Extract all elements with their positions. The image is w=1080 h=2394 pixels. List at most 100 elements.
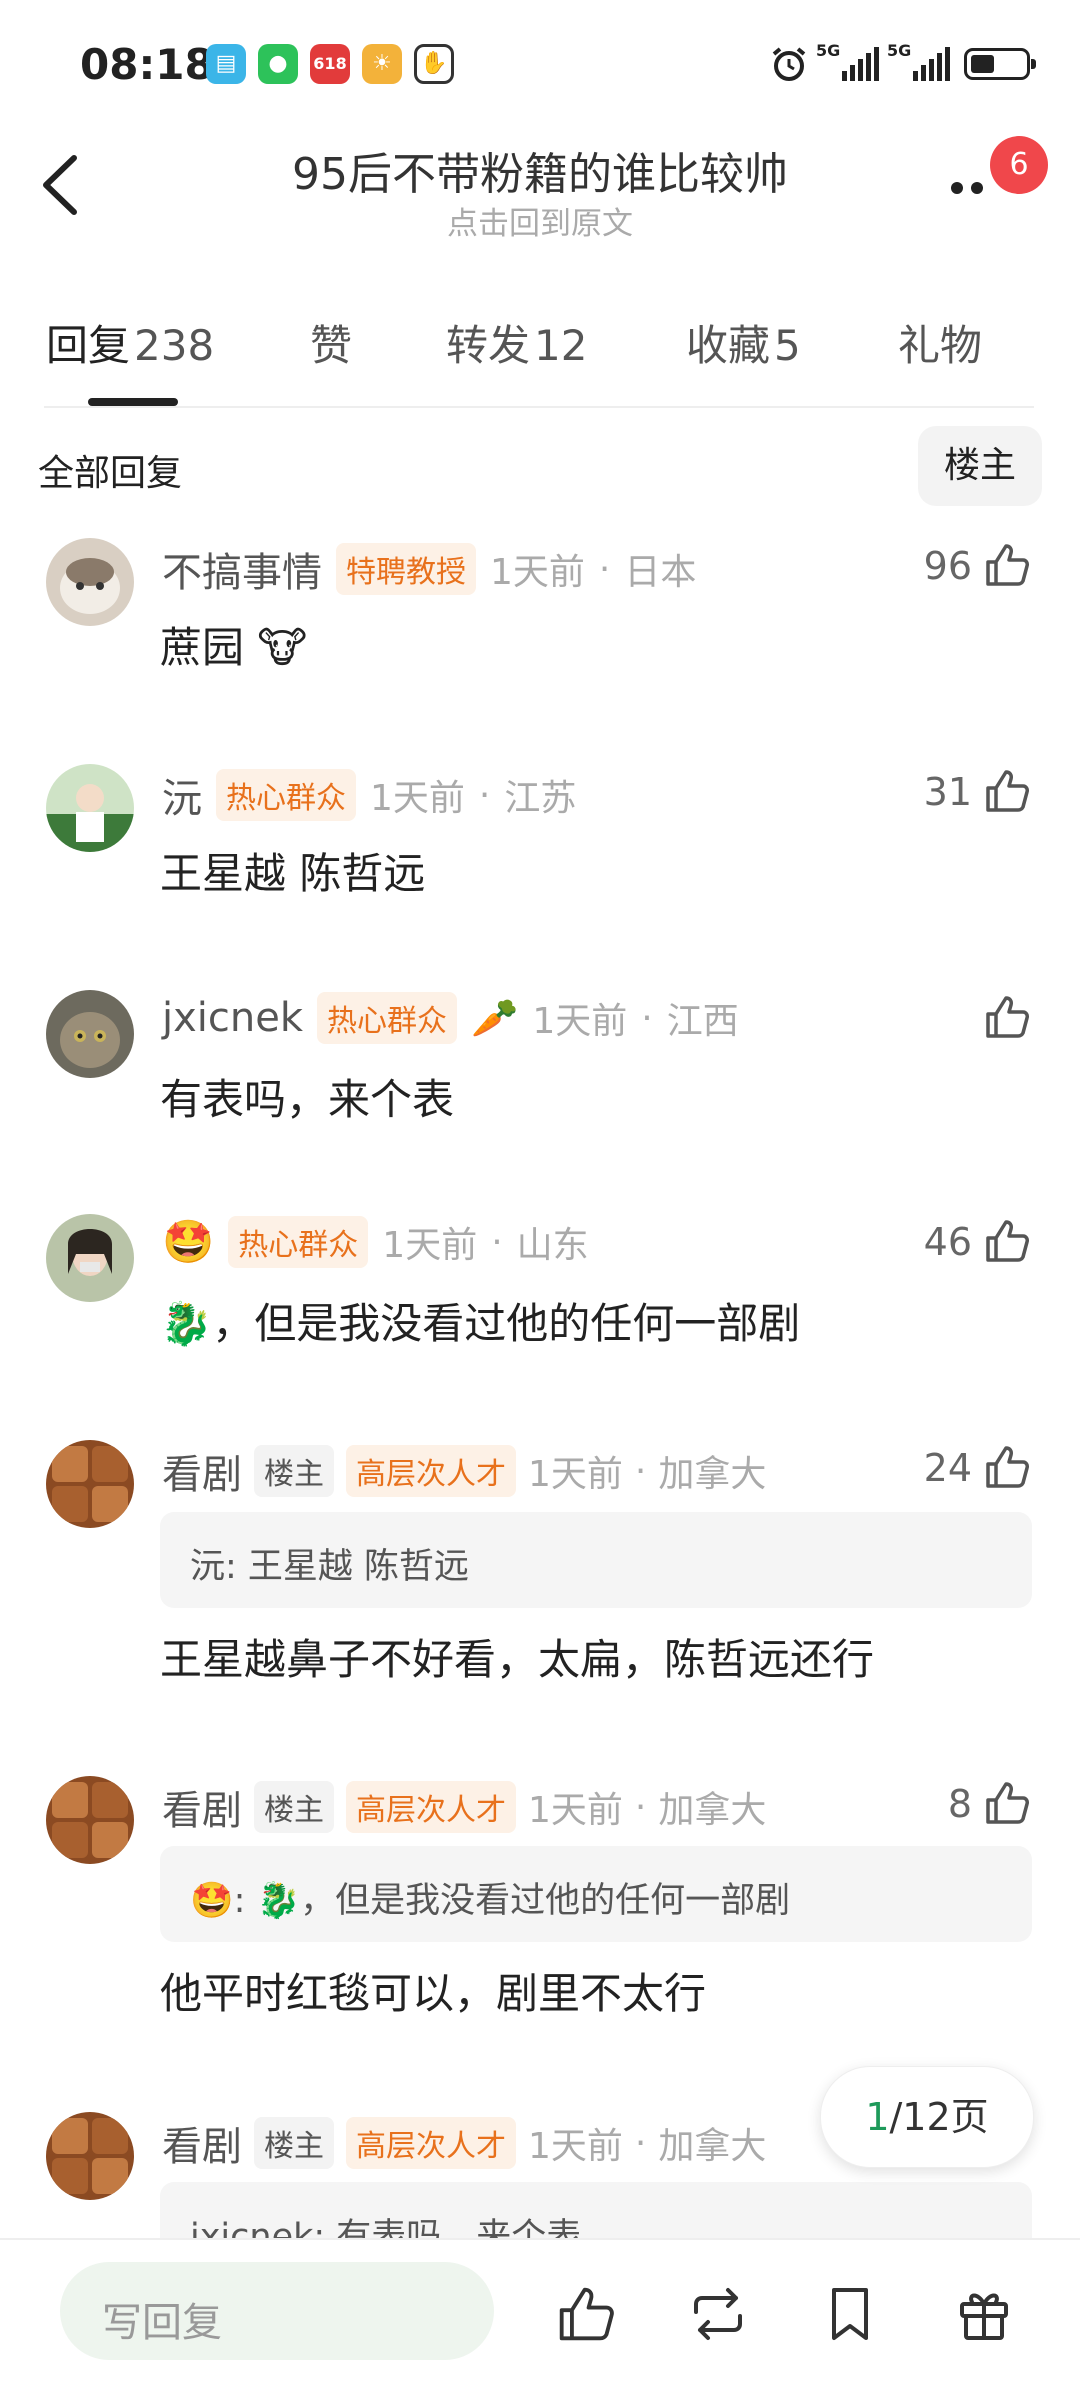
comment-text: 有表吗，来个表 [160, 1075, 455, 1124]
username[interactable]: 不搞事情 [162, 540, 322, 598]
signal-1-label: 5G [816, 41, 841, 60]
comment-time: 1天前 [382, 1225, 478, 1266]
favorite-button[interactable] [818, 2282, 882, 2346]
gift-icon [960, 2293, 1008, 2340]
like-count: 24 [923, 1446, 972, 1490]
notification-badge[interactable]: 6 [990, 136, 1048, 194]
username[interactable]: 看剧 [162, 1778, 242, 1836]
username[interactable]: 看剧 [162, 1442, 242, 1500]
battery-icon [964, 48, 1036, 80]
shopping-618-icon: 618 [310, 44, 350, 84]
username[interactable]: 看剧 [162, 2114, 242, 2172]
thumbs-up-icon [986, 996, 1029, 1038]
like-button[interactable] [982, 766, 1032, 820]
tab-reposts[interactable]: 转发12 [446, 312, 587, 373]
meta-separator: · [598, 548, 611, 590]
comment-text: 🐉，但是我没看过他的任何一部剧 [160, 1299, 801, 1348]
user-title-badge: 热心群众 [317, 992, 458, 1044]
op-tag: 楼主 [254, 1445, 334, 1497]
avatar[interactable] [46, 1440, 134, 1528]
like-count: 31 [923, 770, 972, 814]
hand-icon: ✋ [414, 44, 454, 84]
username[interactable]: 沅 [162, 766, 202, 824]
page-indicator-button[interactable]: 1/12页 [820, 2066, 1034, 2168]
thumbs-up-icon [986, 1446, 1029, 1488]
gift-button[interactable] [952, 2282, 1016, 2346]
quoted-reply[interactable]: 🤩: 🐉，但是我没看过他的任何一部剧 [160, 1846, 1032, 1942]
alarm-icon [772, 47, 806, 81]
page-title[interactable]: 95后不带粉籍的谁比较帅 [200, 138, 880, 202]
quoted-reply-text: 🤩: 🐉，但是我没看过他的任何一部剧 [190, 1881, 791, 1921]
like-button[interactable] [982, 1778, 1032, 1832]
comment-header: 看剧 楼主 高层次人才 1天前 · 加拿大 [162, 2114, 766, 2172]
comment-location: 日本 [624, 552, 697, 593]
user-title-badge: 高层次人才 [346, 1445, 516, 1497]
comment-time: 1天前 [528, 1790, 623, 1831]
like-count: 96 [923, 544, 972, 588]
op-tag: 楼主 [254, 1781, 334, 1833]
reply-input-placeholder: 写回复 [102, 2300, 222, 2346]
comment-location: 加拿大 [658, 2126, 767, 2167]
thumbs-up-icon [986, 1782, 1029, 1824]
comment-text: 王星越鼻子不好看，太扁，陈哲远还行 [160, 1635, 875, 1684]
comment-header: 🤩 热心群众 1天前 · 山东 [162, 1216, 589, 1268]
reply-input[interactable]: 写回复 [60, 2262, 494, 2360]
battery-level [971, 55, 995, 73]
status-indicators: 5G 5G [770, 41, 1036, 84]
like-post-button[interactable] [554, 2282, 618, 2346]
meta-separator: · [641, 997, 653, 1039]
comment-location: 加拿大 [658, 1790, 767, 1831]
like-button[interactable] [982, 540, 1032, 594]
username[interactable]: jxicnek [162, 995, 303, 1041]
comment-location: 江西 [666, 1001, 739, 1042]
user-title-badge: 热心群众 [228, 1216, 369, 1268]
chevron-left-icon [43, 155, 77, 215]
avatar[interactable] [46, 990, 134, 1078]
tab-reposts-count: 12 [534, 321, 588, 370]
avatar[interactable] [46, 2112, 134, 2200]
back-button[interactable] [34, 150, 94, 220]
status-bar: 08:18 ▤ ● 618 ☀ ✋ 5G 5G [0, 0, 1080, 120]
tab-favorites-label: 收藏 [686, 321, 771, 370]
quoted-reply[interactable]: 沅: 王星越 陈哲远 [160, 1512, 1032, 1608]
back-to-original-link[interactable]: 点击回到原文 [200, 198, 880, 243]
more-dots-icon [951, 182, 983, 194]
meta-separator: · [634, 2122, 647, 2164]
thumbs-up-icon [986, 1220, 1029, 1262]
avatar[interactable] [46, 764, 134, 852]
carrot-emoji: 🥕 [471, 995, 519, 1040]
avatar[interactable] [46, 1214, 134, 1302]
repost-button[interactable] [686, 2282, 750, 2346]
tab-gifts[interactable]: 礼物 [898, 312, 982, 373]
avatar[interactable] [46, 1776, 134, 1864]
more-options-button[interactable] [948, 170, 998, 200]
comment-header: 沅 热心群众 1天前 · 江苏 [162, 766, 576, 824]
user-title-badge: 高层次人才 [346, 2117, 516, 2169]
all-replies-label: 全部回复 [38, 453, 183, 494]
like-button[interactable] [982, 992, 1032, 1046]
meta-separator: · [634, 1786, 647, 1828]
total-pages: /12页 [889, 2095, 989, 2139]
comment-header: 不搞事情 特聘教授 1天前 · 日本 [162, 540, 696, 598]
clock: 08:18 [80, 40, 214, 89]
like-count: 8 [947, 1782, 972, 1826]
bookmark-icon [832, 2288, 868, 2340]
tab-likes[interactable]: 赞 [310, 312, 352, 373]
comment-text: 王星越 陈哲远 [160, 849, 426, 898]
username[interactable]: 🤩 [162, 1217, 214, 1267]
op-only-filter-button[interactable]: 楼主 [918, 426, 1042, 506]
avatar[interactable] [46, 538, 134, 626]
tab-likes-label: 赞 [310, 321, 353, 370]
tab-favorites[interactable]: 收藏5 [686, 312, 801, 373]
like-button[interactable] [982, 1442, 1032, 1496]
active-tab-indicator [88, 398, 178, 406]
tab-replies[interactable]: 回复238 [46, 312, 214, 373]
tab-reposts-label: 转发 [446, 321, 531, 370]
meta-separator: · [491, 1221, 503, 1263]
comment-time: 1天前 [490, 552, 585, 593]
comment-time: 1天前 [528, 2126, 623, 2167]
comment-time: 1天前 [528, 1454, 623, 1495]
tab-replies-count: 238 [134, 321, 215, 370]
like-button[interactable] [982, 1216, 1032, 1270]
quoted-reply-text: 沅: 王星越 陈哲远 [190, 1547, 470, 1587]
